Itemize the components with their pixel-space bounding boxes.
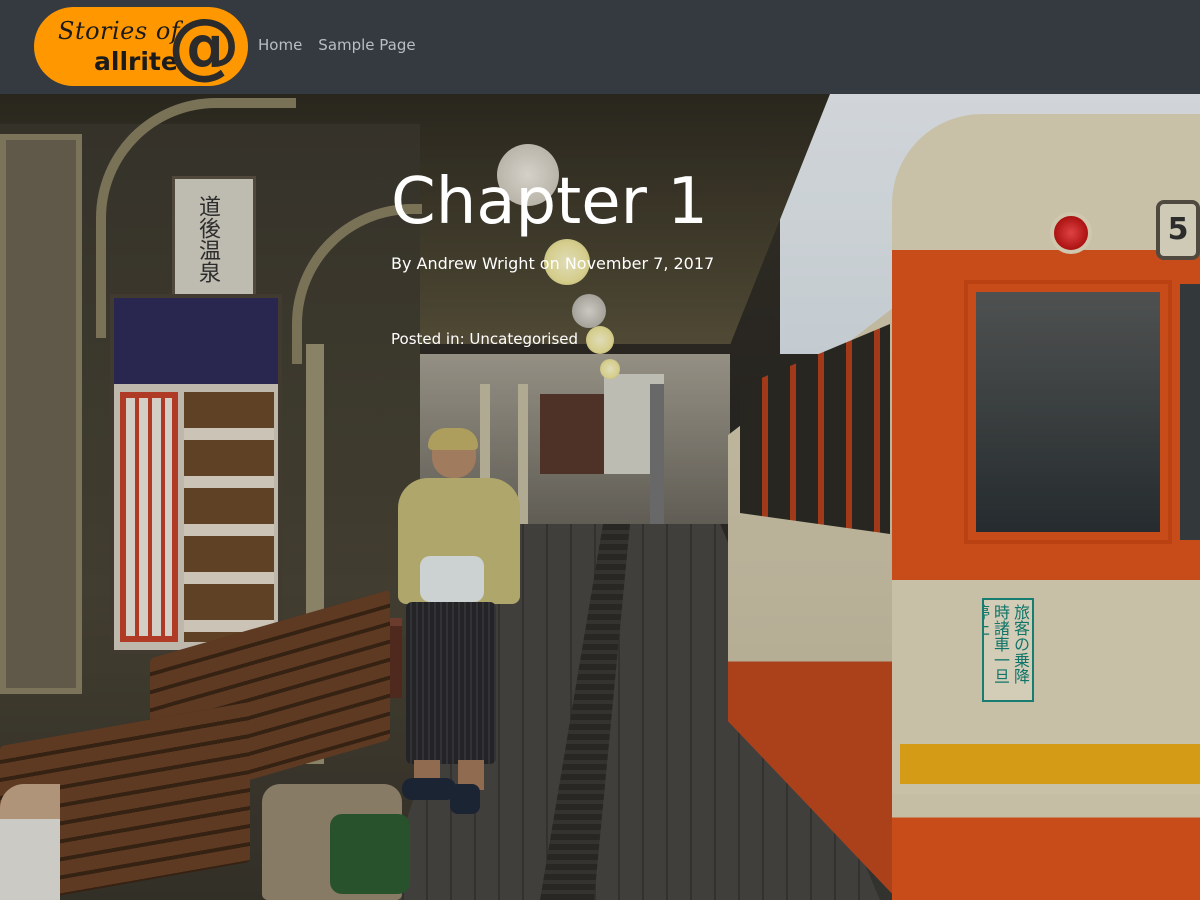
byline-prefix: By (391, 254, 417, 273)
nav-item-sample-page[interactable]: Sample Page (318, 36, 415, 54)
nav-item-home[interactable]: Home (258, 36, 302, 54)
at-sign-icon: @ (168, 7, 240, 86)
site-header: Stories of allrite @ Home Sample Page (0, 0, 1200, 94)
author-link[interactable]: Andrew Wright (417, 254, 535, 273)
post-title: Chapter 1 (391, 165, 708, 239)
main-nav: Home Sample Page (258, 36, 416, 54)
posted-in-label: Posted in: (391, 330, 470, 348)
post-categories: Posted in: Uncategorised (391, 330, 578, 348)
category-link[interactable]: Uncategorised (469, 330, 578, 348)
logo-text-line2: allrite (94, 47, 178, 76)
site-logo[interactable]: Stories of allrite @ (34, 7, 248, 86)
byline-on: on (534, 254, 565, 273)
post-byline: By Andrew Wright on November 7, 2017 (391, 254, 714, 273)
logo-text-line1: Stories of (58, 17, 181, 45)
post-date-link[interactable]: November 7, 2017 (565, 254, 714, 273)
